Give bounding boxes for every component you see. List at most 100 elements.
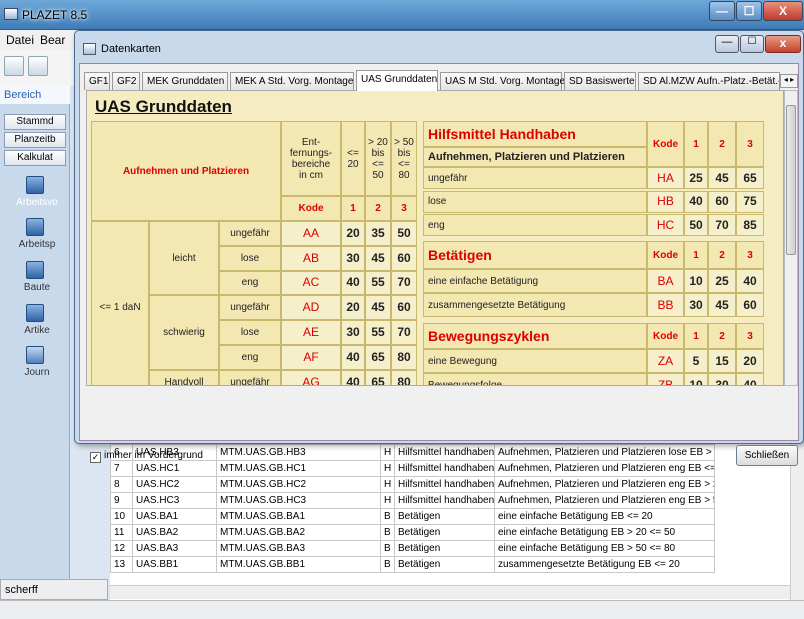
col-header-le20: <= 20 [341, 121, 365, 196]
grid-cell-t[interactable]: B [380, 540, 395, 557]
grid-cell-t[interactable]: B [380, 524, 395, 541]
grid-cell-desc[interactable]: Aufnehmen, Platzieren und Platzieren eng… [494, 476, 715, 493]
tab-uas-m-std-vorg-montage[interactable]: UAS M Std. Vorg. Montage [440, 72, 565, 90]
close-button[interactable]: X [763, 1, 803, 21]
grid-cell-mtm[interactable]: MTM.UAS.GB.HC1 [216, 460, 381, 477]
grid-cell-mtm[interactable]: MTM.UAS.GB.HC2 [216, 476, 381, 493]
grid-cell-mtm[interactable]: MTM.UAS.GB.BA2 [216, 524, 381, 541]
tab-mek-a-std-vorg-montage[interactable]: MEK A Std. Vorg. Montage [230, 72, 354, 90]
grid-cell-code[interactable]: UAS.BA3 [132, 540, 217, 557]
grid-vertical-scrollbar[interactable] [790, 444, 804, 600]
table-row[interactable]: 9 UAS.HC3 MTM.UAS.GB.HC3 H Hilfsmittel handh… [110, 492, 715, 509]
grid-cell-grp[interactable]: Betätigen [394, 524, 495, 541]
grid-cell-mtm[interactable]: MTM.UAS.GB.HB3 [216, 444, 381, 461]
grid-cell-grp[interactable]: Betätigen [394, 540, 495, 557]
grid-cell-t[interactable]: H [380, 492, 395, 509]
baugruppe-icon[interactable] [26, 261, 44, 279]
nav-button-stammdaten[interactable]: Stammd [4, 114, 66, 130]
nav-item-arbeitsplan[interactable]: Arbeitsp [4, 239, 70, 250]
grid-cell-desc[interactable]: eine einfache Betätigung EB <= 20 [494, 508, 715, 525]
nav-item-arbeitsvorgang[interactable]: Arbeitsvo [4, 197, 70, 208]
betaetigen-row-kode: BB [647, 293, 684, 317]
grid-cell-desc[interactable]: Aufnehmen, Platzieren und Platzieren eng… [494, 492, 715, 509]
hilfsmittel-value-2: 70 [708, 214, 736, 236]
menu-bearbeiten[interactable]: Bear [40, 33, 65, 47]
grid-cell-grp[interactable]: Betätigen [394, 508, 495, 525]
back-icon[interactable] [4, 56, 24, 76]
grid-cell-desc[interactable]: Aufnehmen, Platzieren und Platzieren los… [494, 444, 715, 461]
table-row[interactable]: 12 UAS.BA3 MTM.UAS.GB.BA3 B Betätigen eine ei… [110, 540, 715, 557]
grid-cell-code[interactable]: UAS.BA2 [132, 524, 217, 541]
dialog-close-button[interactable]: x [765, 35, 801, 53]
arbeitsplan-icon[interactable] [26, 218, 44, 236]
grid-cell-no[interactable]: 12 [110, 540, 133, 557]
tab-mek-grunddaten[interactable]: MEK Grunddaten [142, 72, 228, 90]
table-row[interactable]: 10 UAS.BA1 MTM.UAS.GB.BA1 B Betätigen eine ei… [110, 508, 715, 525]
grid-cell-no[interactable]: 7 [110, 460, 133, 477]
grid-cell-code[interactable]: UAS.BB1 [132, 556, 217, 573]
grid-cell-grp[interactable]: Hilfsmittel handhaben [394, 460, 495, 477]
tab-uas-grunddaten[interactable]: UAS Grunddaten [356, 70, 438, 91]
grid-cell-code[interactable]: UAS.HC1 [132, 460, 217, 477]
grid-cell-t[interactable]: H [380, 460, 395, 477]
row-kode: AE [281, 320, 341, 345]
dialog-maximize-button[interactable]: ☐ [740, 35, 764, 53]
table-row[interactable]: 11 UAS.BA2 MTM.UAS.GB.BA2 B Betätigen eine ei… [110, 524, 715, 541]
grid-cell-no[interactable]: 11 [110, 524, 133, 541]
journal-icon[interactable] [26, 346, 44, 364]
grid-cell-t[interactable]: B [380, 508, 395, 525]
grid-cell-mtm[interactable]: MTM.UAS.GB.BB1 [216, 556, 381, 573]
grid-cell-mtm[interactable]: MTM.UAS.GB.HC3 [216, 492, 381, 509]
hilfsmittel-value-3: 75 [736, 190, 764, 213]
grid-cell-code[interactable]: UAS.HC2 [132, 476, 217, 493]
grid-cell-grp[interactable]: Hilfsmittel handhaben [394, 476, 495, 493]
hilfsmittel-value-3: 85 [736, 214, 764, 236]
maximize-button[interactable]: ☐ [736, 1, 762, 21]
grid-cell-code[interactable]: UAS.HC3 [132, 492, 217, 509]
grid-cell-no[interactable]: 13 [110, 556, 133, 573]
table-row[interactable]: 8 UAS.HC2 MTM.UAS.GB.HC2 H Hilfsmittel handh… [110, 476, 715, 493]
grid-cell-desc[interactable]: eine einfache Betätigung EB > 50 <= 80 [494, 540, 715, 557]
arbeitsvorgang-icon[interactable] [26, 176, 44, 194]
nav-button-kalkulation[interactable]: Kalkulat [4, 150, 66, 166]
nav-item-artikel[interactable]: Artike [4, 325, 70, 336]
minimize-button[interactable]: — [709, 1, 735, 21]
row-value-3: 60 [391, 245, 417, 271]
grid-cell-no[interactable]: 9 [110, 492, 133, 509]
grid-cell-mtm[interactable]: MTM.UAS.GB.BA1 [216, 508, 381, 525]
grid-cell-desc[interactable]: eine einfache Betätigung EB > 20 <= 50 [494, 524, 715, 541]
tab-gf2[interactable]: GF2 [112, 72, 140, 90]
tab-scroll-arrows[interactable]: ◂ ▸ [780, 74, 798, 88]
row-value-2: 35 [365, 221, 391, 246]
card-vertical-scrollbar[interactable] [784, 90, 798, 386]
menu-datei[interactable]: Datei [6, 33, 34, 47]
table-row[interactable]: 7 UAS.HC1 MTM.UAS.GB.HC1 H Hilfsmittel handh… [110, 460, 715, 477]
always-on-top-checkbox[interactable]: ✓ [90, 452, 101, 463]
scrollbar-thumb[interactable] [786, 105, 796, 255]
grid-cell-grp[interactable]: Betätigen [394, 556, 495, 573]
grid-cell-no[interactable]: 10 [110, 508, 133, 525]
close-dialog-button[interactable]: Schließen [736, 445, 798, 466]
table-row[interactable]: 13 UAS.BB1 MTM.UAS.GB.BB1 B Betätigen zusamme… [110, 556, 715, 573]
nav-item-journal[interactable]: Journ [4, 367, 70, 378]
grid-icon[interactable] [28, 56, 48, 76]
nav-button-planzeitbausteine[interactable]: Planzeitb [4, 132, 66, 148]
grid-cell-desc[interactable]: zusammengesetzte Betätigung EB <= 20 [494, 556, 715, 573]
grid-horizontal-scrollbar[interactable] [110, 585, 790, 599]
grid-cell-desc[interactable]: Aufnehmen, Platzieren und Platzieren eng… [494, 460, 715, 477]
grid-cell-grp[interactable]: Hilfsmittel handhaben [394, 444, 495, 461]
grid-cell-mtm[interactable]: MTM.UAS.GB.BA3 [216, 540, 381, 557]
grid-cell-t[interactable]: B [380, 556, 395, 573]
nav-item-baugruppe[interactable]: Baute [4, 282, 70, 293]
grid-cell-t[interactable]: H [380, 444, 395, 461]
artikel-icon[interactable] [26, 304, 44, 322]
grid-cell-t[interactable]: H [380, 476, 395, 493]
grid-cell-no[interactable]: 8 [110, 476, 133, 493]
tab-gf1[interactable]: GF1 [84, 72, 110, 90]
dialog-minimize-button[interactable]: — [715, 35, 739, 53]
tab-sd-basiswerte[interactable]: SD Basiswerte [564, 72, 636, 90]
grid-cell-code[interactable]: UAS.BA1 [132, 508, 217, 525]
grid-cell-grp[interactable]: Hilfsmittel handhaben [394, 492, 495, 509]
row-value-3: 50 [391, 221, 417, 246]
tab-sd-al-mzw[interactable]: SD Al.MZW Aufn.-Platz.-Betät.-Fe [638, 72, 780, 90]
